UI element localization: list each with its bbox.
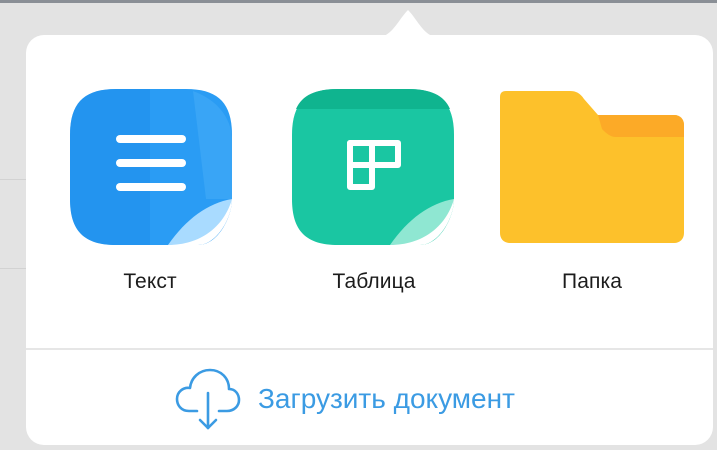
create-spreadsheet-label: Таблица	[332, 270, 416, 293]
background-divider	[0, 179, 26, 180]
create-folder-label: Папка	[562, 270, 622, 293]
text-document-icon	[70, 89, 232, 245]
upload-document-label: Загрузить документ	[258, 383, 515, 414]
create-popover: Текст Таблица Папка Загрузить документ	[26, 35, 713, 445]
create-text-button[interactable]: Текст	[30, 87, 232, 307]
create-text-label: Текст	[123, 270, 177, 293]
spreadsheet-icon	[292, 89, 454, 245]
window-top-border	[0, 0, 717, 3]
upload-document-button[interactable]: Загрузить документ	[26, 350, 713, 445]
create-folder-button[interactable]: Папка	[498, 87, 698, 307]
background-divider	[0, 268, 26, 269]
popover-arrow	[378, 10, 438, 37]
cloud-download-icon	[175, 368, 241, 430]
folder-icon	[500, 91, 684, 243]
create-spreadsheet-button[interactable]: Таблица	[274, 87, 474, 307]
